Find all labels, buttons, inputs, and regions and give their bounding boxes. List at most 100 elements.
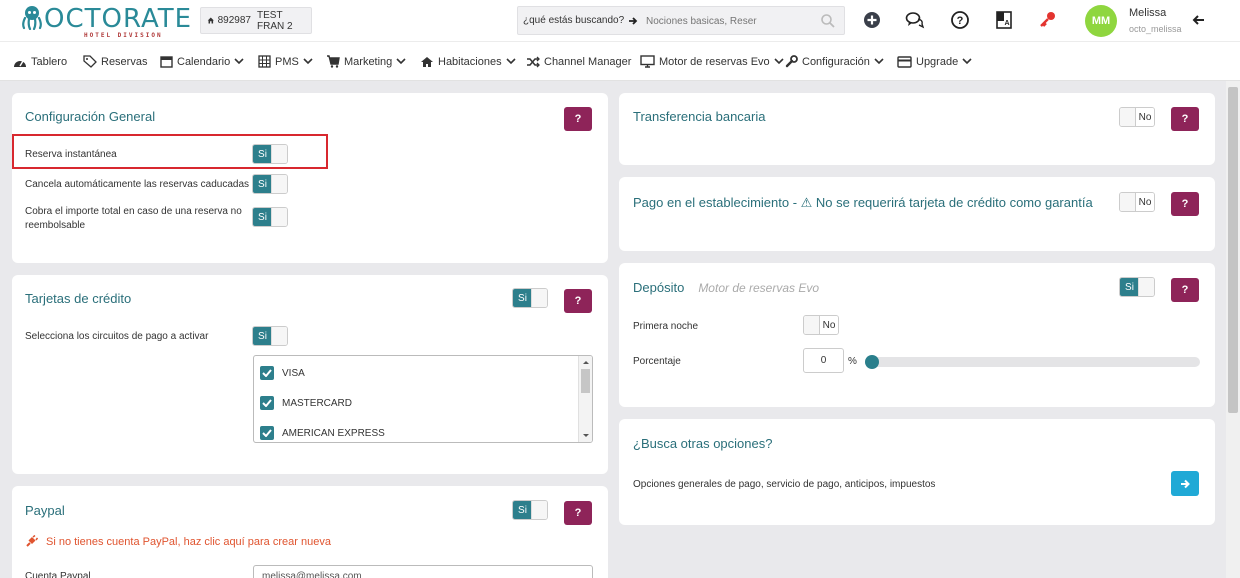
percentage-label: Porcentaje — [633, 356, 681, 367]
pms-icon — [258, 55, 271, 68]
chevron-down-icon — [962, 58, 972, 65]
toggle-label: No — [1135, 108, 1154, 126]
nav-label: PMS — [275, 55, 299, 68]
toggle-label: Si — [253, 208, 272, 226]
nav-item-channel-manager[interactable]: Channel Manager — [526, 42, 631, 81]
nav-label: Channel Manager — [544, 55, 632, 68]
other-options-description: Opciones generales de pago, servicio de … — [633, 479, 936, 490]
search-input[interactable] — [646, 12, 816, 30]
first-night-toggle[interactable]: No — [803, 315, 839, 335]
nav-label: Tablero — [31, 55, 68, 68]
nav-item-reservas[interactable]: Reservas — [83, 42, 147, 81]
credit-cards-toggle[interactable]: Si — [512, 288, 548, 308]
charge-full-label-line2: reembolsable — [25, 220, 86, 231]
paypal-help-button[interactable]: ? — [564, 501, 592, 525]
card-icon — [897, 55, 912, 68]
paypal-account-input[interactable]: melissa@melissa.com — [253, 565, 593, 578]
chat-icon[interactable] — [905, 10, 925, 30]
bank-transfer-help-button[interactable]: ? — [1171, 107, 1199, 131]
paypal-toggle[interactable]: Si — [512, 500, 548, 520]
pay-at-property-toggle[interactable]: No — [1119, 192, 1155, 212]
toggle-label: Si — [253, 175, 272, 193]
key-icon[interactable] — [1038, 10, 1058, 30]
main-nav: Tablero Reservas Calendario PMS Marketin… — [0, 41, 1240, 81]
card-circuits-list[interactable]: VISA MASTERCARD AMERICAN EXPRESS — [253, 355, 593, 443]
checkbox-checked-icon[interactable] — [260, 426, 274, 440]
list-item-visa[interactable]: VISA — [260, 363, 305, 383]
option-label: MASTERCARD — [282, 397, 353, 409]
home-icon — [207, 17, 214, 24]
deposit-help-button[interactable]: ? — [1171, 278, 1199, 302]
search-icon[interactable] — [820, 13, 836, 29]
credit-cards-help-button[interactable]: ? — [564, 289, 592, 313]
deposit-toggle[interactable]: Si — [1119, 277, 1155, 297]
arrow-right-icon — [629, 16, 638, 25]
octopus-logo-icon — [22, 6, 42, 30]
nav-item-marketing[interactable]: Marketing — [326, 42, 406, 81]
nav-item-configuracion[interactable]: Configuración — [785, 42, 884, 81]
other-options-go-button[interactable] — [1171, 471, 1199, 496]
toggle-label: Si — [253, 327, 272, 345]
help-circle-icon[interactable]: ? — [950, 10, 970, 30]
first-night-label: Primera noche — [633, 321, 699, 332]
toggle-label: Si — [1120, 278, 1139, 296]
list-item-american-express[interactable]: AMERICAN EXPRESS — [260, 423, 385, 442]
circuits-label: Selecciona los circuitos de pago a activ… — [25, 331, 209, 342]
page-scrollbar[interactable] — [1226, 81, 1240, 578]
checkbox-checked-icon[interactable] — [260, 396, 274, 410]
nav-label: Configuración — [802, 55, 870, 68]
nav-item-pms[interactable]: PMS — [258, 42, 313, 81]
option-label: AMERICAN EXPRESS — [282, 427, 385, 439]
chevron-down-icon — [234, 58, 244, 65]
bank-transfer-title: Transferencia bancaria — [633, 109, 766, 124]
scroll-down-icon[interactable] — [580, 432, 592, 440]
chevron-down-icon — [774, 58, 784, 65]
percentage-slider-handle[interactable] — [865, 355, 879, 369]
paypal-account-label: Cuenta Paypal — [25, 571, 91, 578]
percentage-slider-track[interactable] — [868, 357, 1200, 367]
logo-text: OCTORATE — [44, 4, 193, 34]
general-config-title: Configuración General — [25, 109, 156, 124]
nav-item-calendario[interactable]: Calendario — [160, 42, 244, 81]
nav-item-habitaciones[interactable]: Habitaciones — [420, 42, 516, 81]
chevron-down-icon — [506, 58, 516, 65]
plus-circle-icon[interactable] — [862, 10, 882, 30]
other-options-title: ¿Busca otras opciones? — [633, 436, 773, 451]
auto-cancel-toggle[interactable]: Si — [252, 174, 288, 194]
toggle-label: Si — [513, 289, 532, 307]
nav-item-motor-reservas[interactable]: Motor de reservas Evo — [640, 42, 784, 81]
search-box: ¿qué estás buscando? — [517, 6, 845, 35]
nav-item-upgrade[interactable]: Upgrade — [897, 42, 972, 81]
shuffle-icon — [527, 56, 540, 67]
nav-label: Habitaciones — [438, 55, 502, 68]
translate-book-icon[interactable]: A — [994, 10, 1014, 30]
dashboard-icon — [14, 60, 26, 67]
pay-at-property-help-button[interactable]: ? — [1171, 192, 1199, 216]
general-help-button[interactable]: ? — [564, 107, 592, 131]
user-name[interactable]: Melissa — [1129, 7, 1166, 19]
deposit-subtitle: Motor de reservas Evo — [698, 281, 820, 295]
nav-item-tablero[interactable]: Tablero — [13, 42, 67, 81]
search-label: ¿qué estás buscando? — [523, 15, 638, 26]
charge-full-toggle[interactable]: Si — [252, 207, 288, 227]
page-scroll-thumb[interactable] — [1228, 87, 1238, 413]
plug-icon — [26, 535, 38, 547]
highlight-annotation — [12, 134, 328, 169]
arrow-left-icon[interactable] — [1191, 12, 1207, 28]
avatar[interactable]: MM — [1085, 5, 1117, 37]
scroll-up-icon[interactable] — [580, 358, 592, 366]
list-item-mastercard[interactable]: MASTERCARD — [260, 393, 352, 413]
property-selector[interactable]: 892987 TEST FRAN 2 — [200, 7, 312, 34]
paypal-create-account-link[interactable]: Si no tienes cuenta PayPal, haz clic aqu… — [25, 535, 331, 548]
toggle-label: Si — [513, 501, 532, 519]
list-scrollbar[interactable] — [578, 356, 592, 442]
percentage-input[interactable]: 0 — [803, 348, 844, 373]
circuits-toggle[interactable]: Si — [252, 326, 288, 346]
property-id: 892987 — [217, 15, 251, 26]
cart-icon — [327, 55, 340, 68]
toggle-label: No — [1135, 193, 1154, 211]
bank-transfer-toggle[interactable]: No — [1119, 107, 1155, 127]
checkbox-checked-icon[interactable] — [260, 366, 274, 380]
list-scroll-thumb[interactable] — [581, 369, 590, 393]
octorate-logo[interactable]: OCTORATE HOTEL DIVISION — [20, 4, 191, 39]
